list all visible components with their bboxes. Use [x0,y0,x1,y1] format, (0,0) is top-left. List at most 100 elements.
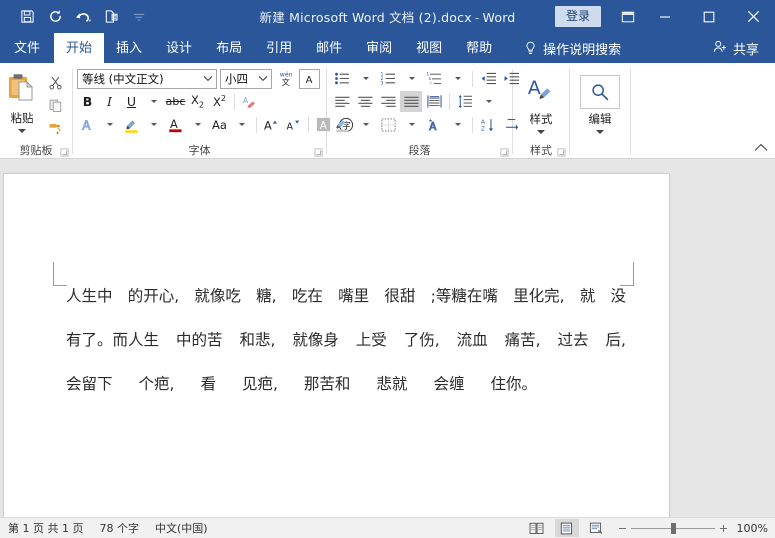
bullets-icon[interactable] [331,68,353,89]
paste-dropdown-caret-icon[interactable] [18,129,26,133]
zoom-percent-label[interactable]: 100% [737,522,768,535]
language-indicator[interactable]: 中文(中国) [155,520,208,536]
zoom-slider[interactable] [615,522,731,534]
subscript-icon[interactable]: X2 [187,91,208,112]
strikethrough-icon[interactable]: abc [165,91,186,112]
borders-caret-icon[interactable] [400,114,422,135]
text-run: 很甜 [384,287,416,305]
quick-print-icon[interactable] [98,5,124,29]
word-count[interactable]: 78 个字 [99,520,139,536]
text-effects-icon[interactable]: A [77,114,98,135]
font-color-caret-icon[interactable] [187,114,208,135]
tab-file[interactable]: 文件 [0,33,54,63]
print-layout-icon[interactable] [554,519,579,537]
redo-icon[interactable] [42,5,68,29]
tab-layout[interactable]: 布局 [204,33,254,63]
clipboard-mini-buttons [44,68,66,139]
collapse-ribbon-button[interactable] [754,142,768,155]
align-right-icon[interactable] [377,91,399,112]
align-left-icon[interactable] [331,91,353,112]
share-button[interactable]: 共享 [702,33,775,63]
zoom-in-button[interactable] [719,524,727,532]
font-name-chevron-down-icon[interactable] [200,75,216,82]
underline-icon[interactable]: U [121,91,142,112]
maximize-button[interactable] [687,0,731,33]
tab-references[interactable]: 引用 [254,33,304,63]
ribbon-display-options-icon[interactable] [613,0,643,33]
highlight-caret-icon[interactable] [143,114,164,135]
editing-dropdown-caret-icon[interactable] [596,130,604,134]
styles-dropdown-caret-icon[interactable] [537,130,545,134]
zoom-thumb[interactable] [670,522,676,534]
font-size-combo[interactable]: 小四 [220,68,272,89]
document-canvas[interactable]: 人生中 的开心, 就像吃 糖, 吃在 嘴里 很甜 ;等糖在嘴 里化完, 就 没 … [0,159,775,518]
borders-icon[interactable] [377,114,399,135]
phonetic-guide-icon[interactable]: wén 文 [275,68,296,89]
title-document-name: 新建 Microsoft Word 文档 (2).docx [259,10,472,25]
document-body-text[interactable]: 人生中 的开心, 就像吃 糖, 吃在 嘴里 很甜 ;等糖在嘴 里化完, 就 没 … [66,284,626,416]
shrink-font-icon[interactable]: A [283,114,304,135]
justify-icon[interactable] [400,91,422,112]
paragraph-dialog-launcher-icon[interactable] [500,147,509,157]
cut-icon[interactable] [44,72,66,93]
styles-dialog-launcher-icon[interactable] [557,147,566,157]
tab-home[interactable]: 开始 [54,33,105,63]
font-size-chevron-down-icon[interactable] [255,75,271,82]
bold-icon[interactable]: B [77,91,98,112]
shading-caret-icon[interactable] [354,114,376,135]
align-center-icon[interactable] [354,91,376,112]
editing-button[interactable]: 编辑 [574,71,626,134]
tab-view[interactable]: 视图 [404,33,454,63]
change-case-icon[interactable]: Aa [209,114,230,135]
clear-formatting-icon[interactable]: A [239,91,260,112]
asian-layout-icon[interactable]: A [423,114,445,135]
tab-review[interactable]: 审阅 [354,33,404,63]
numbering-caret-icon[interactable] [400,68,422,89]
change-case-caret-icon[interactable] [231,114,252,135]
italic-icon[interactable]: I [99,91,120,112]
close-button[interactable] [731,0,775,33]
multilevel-list-icon[interactable]: 1ai [423,68,445,89]
page-indicator[interactable]: 第 1 页 共 1 页 [8,520,83,536]
superscript-icon[interactable]: X2 [209,91,230,112]
font-color-icon[interactable]: A [165,114,186,135]
tab-mailings[interactable]: 邮件 [304,33,354,63]
save-icon[interactable] [14,5,40,29]
tab-insert[interactable]: 插入 [104,33,154,63]
bullets-caret-icon[interactable] [354,68,376,89]
character-border-icon[interactable]: A [299,68,320,89]
read-mode-icon[interactable] [525,519,549,537]
sign-in-button[interactable]: 登录 [554,5,601,28]
text-effects-caret-icon[interactable] [99,114,120,135]
text-highlight-color-icon[interactable] [121,114,142,135]
font-dialog-launcher-icon[interactable] [314,147,323,157]
format-painter-icon[interactable] [44,118,66,139]
zoom-track[interactable] [630,522,715,534]
sort-icon[interactable]: AZ [477,114,499,135]
undo-icon[interactable] [70,5,96,29]
styles-button[interactable]: A 样式 [515,71,567,134]
distribute-icon[interactable] [423,91,445,112]
font-name-combo[interactable]: 等线 (中文正文) [77,68,217,89]
numbering-icon[interactable]: 123 [377,68,399,89]
web-layout-icon[interactable] [585,519,609,537]
document-page[interactable]: 人生中 的开心, 就像吃 糖, 吃在 嘴里 很甜 ;等糖在嘴 里化完, 就 没 … [3,173,670,518]
paste-button[interactable]: 粘贴 [0,68,44,133]
line-spacing-icon[interactable] [454,91,476,112]
asian-layout-caret-icon[interactable] [446,114,468,135]
grow-font-icon[interactable]: A [261,114,282,135]
underline-dropdown-caret-icon[interactable] [143,91,164,112]
tab-help[interactable]: 帮助 [454,33,504,63]
decrease-indent-icon[interactable] [477,68,499,89]
editing-group-label [570,141,630,158]
zoom-out-button[interactable] [618,525,626,532]
multilevel-caret-icon[interactable] [446,68,468,89]
shading-icon[interactable] [331,114,353,135]
tab-design[interactable]: 设计 [154,33,204,63]
copy-icon[interactable] [44,95,66,116]
clipboard-dialog-launcher-icon[interactable] [60,147,69,157]
minimize-button[interactable] [643,0,687,33]
tell-me-search[interactable]: 操作说明搜索 [514,33,631,63]
customize-qat-icon[interactable] [126,5,152,29]
line-spacing-caret-icon[interactable] [477,91,499,112]
